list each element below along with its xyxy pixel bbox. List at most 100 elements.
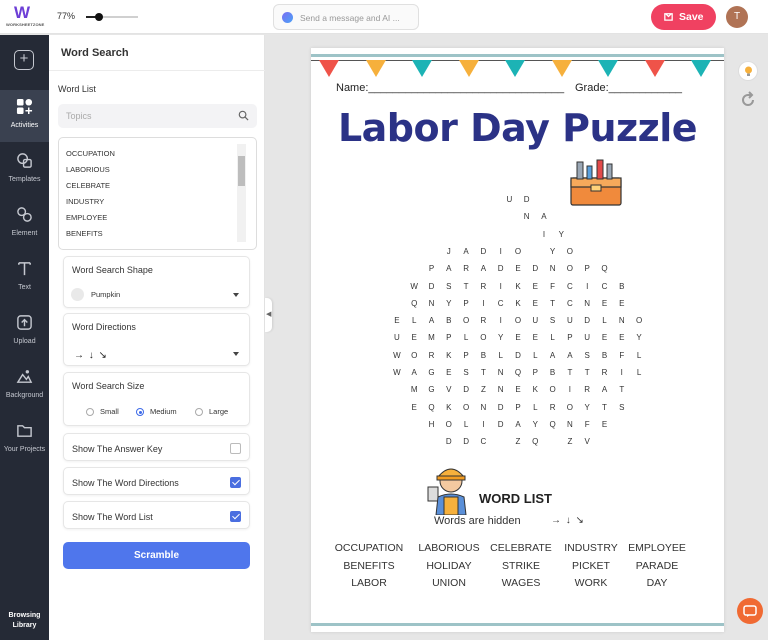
grid-letter: Z xyxy=(515,437,521,447)
grid-letter: B xyxy=(619,281,625,291)
answer-key-checkbox[interactable] xyxy=(230,443,241,454)
browse-line-2: Library xyxy=(12,622,37,629)
collapse-panel-button[interactable]: ◀ xyxy=(265,298,272,332)
chat-support-button[interactable] xyxy=(737,598,763,624)
add-icon[interactable]: + xyxy=(14,50,34,70)
browse-line-1: Browsing xyxy=(8,612,41,619)
size-radio-large[interactable] xyxy=(195,408,203,416)
grid-letter: K xyxy=(446,402,452,412)
grid-letter: L xyxy=(602,316,607,326)
topics-search-input[interactable]: Topics xyxy=(58,104,257,128)
scrollbar-thumb[interactable] xyxy=(238,156,245,186)
scramble-button[interactable]: Scramble xyxy=(63,542,250,569)
worksheet-page[interactable]: Name:________________________________ Gr… xyxy=(311,48,724,632)
grid-letter: E xyxy=(515,385,521,395)
toggle-word-directions[interactable]: Show The Word Directions xyxy=(63,467,250,495)
word-list-textarea[interactable]: OCCUPATION LABORIOUS CELEBRATE INDUSTRY … xyxy=(58,137,257,250)
size-radio-small[interactable] xyxy=(86,408,94,416)
word-list-item: BENEFITS xyxy=(343,559,395,572)
rail-item-templates[interactable]: Templates xyxy=(0,144,49,196)
grid-letter: D xyxy=(480,246,487,256)
grid-letter: E xyxy=(411,402,417,412)
grid-letter: R xyxy=(428,350,435,360)
grid-letter: R xyxy=(463,264,469,274)
rail-label: Element xyxy=(11,230,38,237)
grid-letter: T xyxy=(619,385,625,395)
rail-item-upload[interactable]: Upload xyxy=(0,306,49,358)
bunting-flag xyxy=(505,60,525,77)
grid-letter: Q xyxy=(514,368,522,377)
zoom-slider-thumb[interactable] xyxy=(95,13,103,21)
grid-letter: S xyxy=(446,281,452,291)
toggle-label: Show The Word Directions xyxy=(72,478,179,488)
shape-value: Pumpkin xyxy=(91,290,121,299)
grid-letter: L xyxy=(463,419,469,429)
grid-letter: D xyxy=(515,350,521,360)
grid-letter: Y xyxy=(532,419,538,429)
refresh-button[interactable] xyxy=(738,90,758,110)
browsing-library-link[interactable]: Browsing Library xyxy=(0,611,49,631)
size-radio-medium[interactable] xyxy=(136,408,144,416)
grid-letter: T xyxy=(480,368,486,377)
app-logo[interactable]: W WORKSHEETZONE xyxy=(6,3,46,31)
word-directions-card: Word Directions → ↓ ↘ xyxy=(63,313,250,366)
bunting-flag xyxy=(365,60,386,77)
word-list-line: OCCUPATION xyxy=(66,149,115,158)
shape-label: Word Search Shape xyxy=(72,265,153,275)
grid-letter: P xyxy=(463,350,469,360)
save-button[interactable]: Save xyxy=(651,4,716,30)
grid-letter: O xyxy=(514,316,522,326)
ai-message-input[interactable]: Send a message and AI ... xyxy=(273,4,419,30)
word-list-item: CELEBRATE xyxy=(490,542,552,554)
avatar[interactable]: T xyxy=(726,6,748,28)
word-directions-checkbox[interactable] xyxy=(230,477,241,488)
grid-letter: A xyxy=(549,350,556,360)
grid-letter: Q xyxy=(601,264,608,274)
grid-letter: N xyxy=(428,298,435,308)
grid-letter: E xyxy=(446,368,452,377)
grid-letter: Y xyxy=(549,246,556,256)
search-icon[interactable] xyxy=(238,110,249,121)
grid-letter: P xyxy=(428,264,435,274)
directions-value: → ↓ ↘ xyxy=(74,350,108,361)
word-list-item: LABORIOUS xyxy=(418,542,480,554)
grid-letter: I xyxy=(620,368,623,377)
grid-letter: I xyxy=(482,419,485,429)
grid-letter: B xyxy=(601,350,608,360)
rail-item-your-projects[interactable]: Your Projects xyxy=(0,414,49,466)
grid-letter: I xyxy=(499,246,502,256)
rail-item-background[interactable]: Background xyxy=(0,360,49,412)
grid-letter: T xyxy=(550,298,556,308)
logo-text: WORKSHEETZONE xyxy=(6,22,45,27)
grid-letter: P xyxy=(446,333,452,343)
word-list-item: OCCUPATION xyxy=(334,542,404,554)
grid-letter: M xyxy=(410,385,418,395)
ai-placeholder: Send a message and AI ... xyxy=(300,13,400,23)
grid-letter: L xyxy=(411,316,417,326)
word-list-scrollbar[interactable] xyxy=(237,144,246,242)
zoom-level: 77% xyxy=(57,11,76,21)
hint-button[interactable] xyxy=(738,61,758,81)
rail-item-activities[interactable]: Activities xyxy=(0,90,49,142)
bunting-flag xyxy=(644,60,665,77)
word-search-shape-card: Word Search Shape Pumpkin xyxy=(63,256,250,308)
word-list-checkbox[interactable] xyxy=(230,511,241,522)
grid-letter: U xyxy=(532,316,539,326)
grid-letter: N xyxy=(584,298,591,308)
zoom-slider[interactable] xyxy=(86,13,138,21)
rail-item-text[interactable]: Text xyxy=(0,252,49,304)
rail-item-element[interactable]: Element xyxy=(0,198,49,250)
grid-letter: J xyxy=(446,246,451,256)
grid-letter: Y xyxy=(498,333,504,343)
grid-letter: C xyxy=(601,281,608,291)
toggle-word-list[interactable]: Show The Word List xyxy=(63,501,250,529)
hidden-directions: → ↓ ↘ xyxy=(551,515,585,526)
toggle-answer-key[interactable]: Show The Answer Key xyxy=(63,433,250,461)
word-list-label: Word List xyxy=(58,84,96,94)
grid-letter: Q xyxy=(532,437,539,447)
upload-icon xyxy=(17,315,32,330)
grid-letter: I xyxy=(499,316,502,326)
grid-letter: O xyxy=(549,385,556,395)
grid-letter: E xyxy=(619,333,625,343)
grid-letter: D xyxy=(445,437,452,447)
